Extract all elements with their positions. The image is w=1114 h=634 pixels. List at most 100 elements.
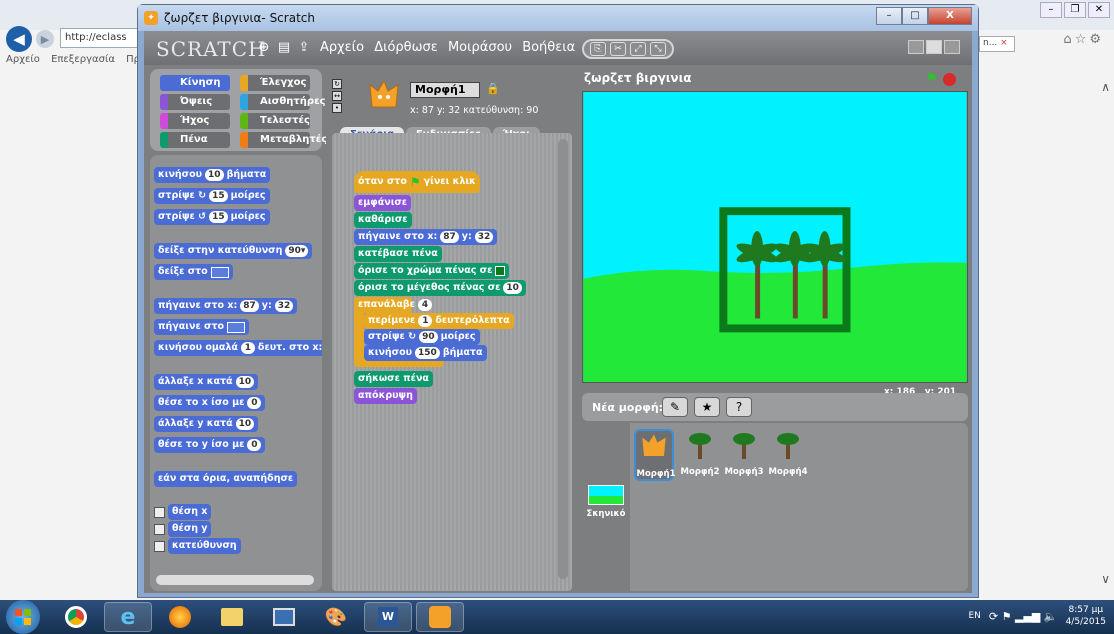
- scripts-scrollbar[interactable]: [558, 139, 568, 579]
- scratch-taskbar-icon[interactable]: [416, 602, 464, 632]
- category-motion[interactable]: Κίνηση: [160, 75, 230, 91]
- stop-icon[interactable]: [943, 73, 956, 86]
- block-bounce[interactable]: εάν στα όρια, αναπήδησε: [154, 471, 298, 487]
- block-move[interactable]: κινήσου 150 βήματα: [364, 345, 487, 361]
- block-number[interactable]: 10: [205, 169, 224, 181]
- block-number[interactable]: 10: [235, 418, 255, 430]
- block-set-y[interactable]: θέσε το y ίσο με 0: [154, 437, 266, 453]
- block-change-x[interactable]: άλλαξε x κατά 10: [154, 374, 259, 390]
- block-number[interactable]: 90▾: [285, 245, 309, 257]
- block-pen-up[interactable]: σήκωσε πένα: [354, 371, 433, 387]
- paint-sprite-icon[interactable]: ✎: [662, 397, 688, 417]
- random-sprite-icon[interactable]: ?: [726, 397, 752, 417]
- sprite-thumb-2[interactable]: Μορφή2: [680, 429, 720, 481]
- scripts-area[interactable]: όταν στο ⚑ γίνει κλικ εμφάνισε καθάρισε πή…: [332, 133, 572, 591]
- menu-edit[interactable]: Διόρθωσε: [374, 40, 438, 55]
- repeat-block[interactable]: επανάλαβε 4 περίμενε 1 δευτερόλεπτα στρίψε …: [354, 297, 514, 367]
- reporter-direction[interactable]: κατεύθυνση: [168, 538, 241, 554]
- sprite-thumb-4[interactable]: Μορφή4: [768, 429, 808, 481]
- block-hide[interactable]: απόκρυψη: [354, 388, 417, 404]
- category-variables[interactable]: Μεταβλητές: [240, 132, 327, 148]
- file-explorer-icon[interactable]: [208, 602, 256, 632]
- category-operators[interactable]: Τελεστές: [240, 113, 310, 129]
- rotate-style-full-button[interactable]: ↻: [332, 79, 342, 89]
- minimize-button[interactable]: –: [876, 7, 902, 25]
- block-goto-xy[interactable]: πήγαινε στο x: 87 y: 32: [154, 298, 298, 314]
- checkbox-direction[interactable]: [154, 541, 165, 552]
- dropdown[interactable]: [227, 321, 246, 333]
- presentation-mode-button[interactable]: [944, 40, 960, 54]
- block-number[interactable]: 15: [209, 211, 228, 223]
- favorites-icon[interactable]: ☆: [1075, 32, 1090, 47]
- choose-sprite-icon[interactable]: ★: [694, 397, 720, 417]
- block-change-y[interactable]: άλλαξε y κατά 10: [154, 416, 259, 432]
- block-turn-left[interactable]: στρίψε ↺ 15 μοίρες: [154, 209, 270, 225]
- block-number[interactable]: 87: [240, 300, 259, 312]
- reporter-y-position[interactable]: θέση y: [168, 521, 212, 537]
- save-icon[interactable]: ▤: [276, 40, 292, 56]
- category-control[interactable]: Έλεγχος: [240, 75, 310, 91]
- browser-minimize-button[interactable]: –: [1040, 2, 1062, 18]
- stage-canvas[interactable]: [582, 91, 968, 383]
- browser-menu-edit[interactable]: Επεξεργασία: [51, 54, 115, 65]
- lock-icon[interactable]: 🔒: [486, 82, 500, 95]
- duplicate-tool-icon[interactable]: ⎘: [590, 42, 606, 56]
- globe-icon[interactable]: ⊕: [256, 40, 272, 56]
- block-set-pen-color[interactable]: όρισε το χρώμα πένας σε: [354, 263, 510, 279]
- flag-icon[interactable]: ⚑: [1002, 610, 1012, 623]
- block-wait[interactable]: περίμενε 1 δευτερόλεπτα: [364, 313, 514, 329]
- browser-close-button[interactable]: ✕: [1088, 2, 1110, 18]
- volume-icon[interactable]: 🔈: [1044, 610, 1058, 623]
- menu-share[interactable]: Μοιράσου: [448, 40, 512, 55]
- block-number[interactable]: 0: [247, 397, 262, 409]
- browser-menu-file[interactable]: Αρχείο: [6, 54, 40, 65]
- normal-stage-button[interactable]: [926, 40, 942, 54]
- menu-file[interactable]: Αρχείο: [320, 40, 364, 55]
- block-number[interactable]: 10: [503, 282, 522, 294]
- menu-help[interactable]: Βοήθεια: [522, 40, 575, 55]
- sprite-thumb-3[interactable]: Μορφή3: [724, 429, 764, 481]
- category-pen[interactable]: Πένα: [160, 132, 230, 148]
- block-number[interactable]: 32: [274, 300, 294, 312]
- back-button[interactable]: ◀: [6, 26, 32, 52]
- block-number[interactable]: 87: [440, 231, 459, 243]
- block-glide[interactable]: κινήσου ομαλά1δευτ. στο x:87: [154, 340, 322, 356]
- hat-block-green-flag[interactable]: όταν στο ⚑ γίνει κλικ: [354, 171, 480, 193]
- start-button[interactable]: [6, 600, 40, 634]
- paint-icon[interactable]: 🎨: [312, 602, 360, 632]
- block-point-towards[interactable]: δείξε στο: [154, 264, 233, 280]
- checkbox-y-position[interactable]: [154, 524, 165, 535]
- category-looks[interactable]: Όψεις: [160, 94, 230, 110]
- block-number[interactable]: 15: [209, 190, 228, 202]
- gear-icon[interactable]: ⚙: [1089, 32, 1104, 47]
- scroll-up-icon[interactable]: ∧: [1101, 80, 1110, 94]
- category-sound[interactable]: Ήχος: [160, 113, 230, 129]
- block-point-direction[interactable]: δείξε στην κατεύθυνση 90▾: [154, 243, 313, 259]
- small-stage-button[interactable]: [908, 40, 924, 54]
- address-bar[interactable]: http://eclass: [60, 28, 140, 48]
- block-number[interactable]: 150: [415, 347, 440, 359]
- sprite-name-field[interactable]: Μορφή1: [410, 82, 480, 98]
- home-icon[interactable]: ⌂: [1063, 32, 1074, 47]
- dropdown[interactable]: [210, 266, 229, 278]
- palette-scrollbar[interactable]: [156, 575, 314, 585]
- share-icon[interactable]: ⇪: [296, 40, 312, 56]
- pen-color-swatch[interactable]: [495, 266, 506, 276]
- block-clear[interactable]: καθάρισε: [354, 212, 412, 228]
- firefox-icon[interactable]: [156, 602, 204, 632]
- checkbox-x-position[interactable]: [154, 507, 165, 518]
- block-pen-down[interactable]: κατέβασε πένα: [354, 246, 442, 262]
- refresh-icon[interactable]: ⟳: [989, 610, 998, 623]
- chrome-icon[interactable]: [52, 602, 100, 632]
- word-icon[interactable]: W: [364, 602, 412, 632]
- network-icon[interactable]: ▂▄▆: [1015, 610, 1040, 623]
- block-number[interactable]: 10: [235, 376, 255, 388]
- block-move[interactable]: κινήσου 10 βήματα: [154, 167, 271, 183]
- language-indicator[interactable]: EN: [968, 611, 980, 621]
- block-number[interactable]: 0: [247, 439, 262, 451]
- block-goto-xy[interactable]: πήγαινε στο x: 87 y: 32: [354, 229, 498, 245]
- block-set-x[interactable]: θέσε το x ίσο με 0: [154, 395, 266, 411]
- block-set-pen-size[interactable]: όρισε το μέγεθος πένας σε 10: [354, 280, 526, 296]
- category-sensing[interactable]: Αισθητήρες: [240, 94, 326, 110]
- block-number[interactable]: 1: [240, 342, 255, 354]
